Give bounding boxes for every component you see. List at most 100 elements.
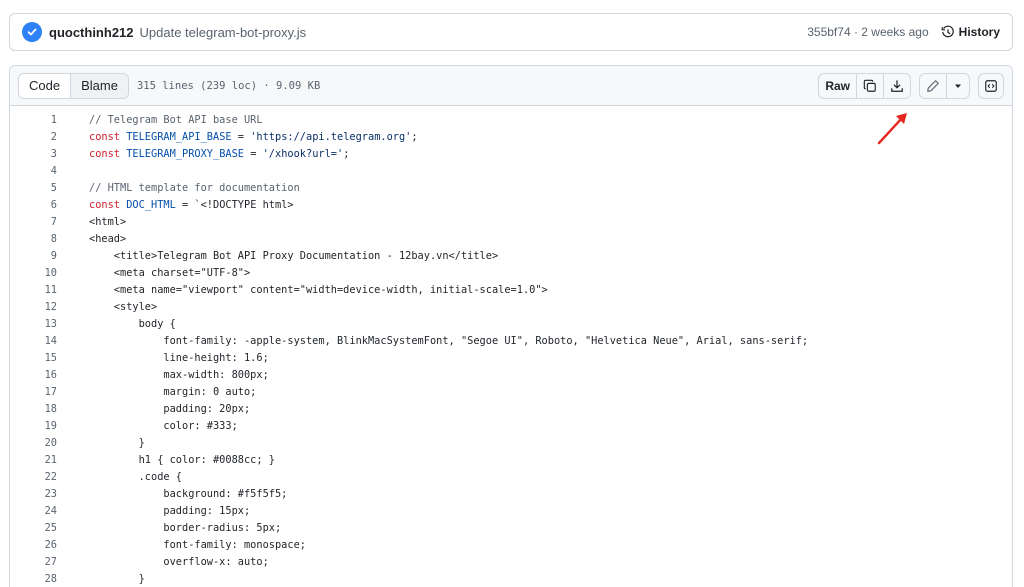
line-number[interactable]: 27 bbox=[10, 556, 57, 568]
code-line: 20 } bbox=[10, 434, 1012, 451]
code-line: 17 margin: 0 auto; bbox=[10, 383, 1012, 400]
raw-button[interactable]: Raw bbox=[819, 73, 857, 98]
line-number[interactable]: 8 bbox=[10, 233, 57, 245]
check-badge-icon[interactable] bbox=[22, 22, 42, 42]
line-number[interactable]: 19 bbox=[10, 420, 57, 432]
code-line: 28 } bbox=[10, 570, 1012, 587]
line-text: <meta name="viewport" content="width=dev… bbox=[89, 283, 548, 296]
line-number[interactable]: 13 bbox=[10, 318, 57, 330]
view-toggle: Code Blame bbox=[18, 72, 129, 99]
code-line: 11 <meta name="viewport" content="width=… bbox=[10, 281, 1012, 298]
code-line: 5 // HTML template for documentation bbox=[10, 179, 1012, 196]
history-button[interactable]: History bbox=[941, 25, 1000, 39]
line-text: font-family: -apple-system, BlinkMacSyst… bbox=[89, 334, 809, 347]
line-number[interactable]: 24 bbox=[10, 505, 57, 517]
edit-dropdown-button[interactable] bbox=[947, 74, 969, 98]
line-number[interactable]: 20 bbox=[10, 437, 57, 449]
code-tab[interactable]: Code bbox=[19, 73, 72, 98]
line-number[interactable]: 21 bbox=[10, 454, 57, 466]
line-number[interactable]: 12 bbox=[10, 301, 57, 313]
line-number[interactable]: 5 bbox=[10, 182, 57, 194]
code-line: 7 <html> bbox=[10, 213, 1012, 230]
code-line: 1 // Telegram Bot API base URL bbox=[10, 111, 1012, 128]
line-number[interactable]: 14 bbox=[10, 335, 57, 347]
code-line: 8 <head> bbox=[10, 230, 1012, 247]
line-text: font-family: monospace; bbox=[89, 538, 306, 551]
line-text: const DOC_HTML = `<!DOCTYPE html> bbox=[89, 198, 294, 211]
line-number[interactable]: 23 bbox=[10, 488, 57, 500]
line-number[interactable]: 17 bbox=[10, 386, 57, 398]
line-number[interactable]: 18 bbox=[10, 403, 57, 415]
commit-author-link[interactable]: quocthinh212 bbox=[49, 25, 134, 40]
code-line: 4 bbox=[10, 162, 1012, 179]
pencil-icon bbox=[927, 79, 939, 92]
code-line: 12 <style> bbox=[10, 298, 1012, 315]
line-text: <head> bbox=[89, 232, 127, 245]
line-text: <style> bbox=[89, 300, 158, 313]
line-text: .code { bbox=[89, 470, 182, 483]
code-line: 27 overflow-x: auto; bbox=[10, 553, 1012, 570]
line-text: } bbox=[89, 572, 145, 585]
line-number[interactable]: 9 bbox=[10, 250, 57, 262]
code-line: 23 background: #f5f5f5; bbox=[10, 485, 1012, 502]
copy-raw-button[interactable] bbox=[857, 73, 884, 98]
line-text: <html> bbox=[89, 215, 127, 228]
line-text: overflow-x: auto; bbox=[89, 555, 269, 568]
file-actions: Raw bbox=[818, 72, 1004, 99]
history-label: History bbox=[958, 25, 1000, 39]
code-line: 9 <title>Telegram Bot API Proxy Document… bbox=[10, 247, 1012, 264]
line-text: <title>Telegram Bot API Proxy Documentat… bbox=[89, 249, 499, 262]
symbols-icon bbox=[985, 79, 997, 92]
line-number[interactable]: 7 bbox=[10, 216, 57, 228]
file-stats: 315 lines (239 loc) · 9.09 KB bbox=[136, 79, 321, 92]
line-number[interactable]: 25 bbox=[10, 522, 57, 534]
code-listing: 1 // Telegram Bot API base URL 2 const TELE… bbox=[10, 106, 1012, 587]
line-text: color: #333; bbox=[89, 419, 238, 432]
line-text: padding: 20px; bbox=[89, 402, 251, 415]
commit-message-link[interactable]: Update telegram-bot-proxy.js bbox=[140, 25, 307, 40]
line-number[interactable]: 3 bbox=[10, 148, 57, 160]
line-text: } bbox=[89, 436, 145, 449]
code-line: 25 border-radius: 5px; bbox=[10, 519, 1012, 536]
line-text: max-width: 800px; bbox=[89, 368, 269, 381]
code-line: 18 padding: 20px; bbox=[10, 400, 1012, 417]
code-line: 24 padding: 15px; bbox=[10, 502, 1012, 519]
code-line: 13 body { bbox=[10, 315, 1012, 332]
code-line: 26 font-family: monospace; bbox=[10, 536, 1012, 553]
line-text: margin: 0 auto; bbox=[89, 385, 257, 398]
line-number[interactable]: 6 bbox=[10, 199, 57, 211]
code-line: 10 <meta charset="UTF-8"> bbox=[10, 264, 1012, 281]
line-number[interactable]: 11 bbox=[10, 284, 57, 296]
line-number[interactable]: 1 bbox=[10, 114, 57, 126]
line-text: // Telegram Bot API base URL bbox=[89, 113, 263, 126]
blame-tab[interactable]: Blame bbox=[71, 73, 128, 98]
line-text: body { bbox=[89, 317, 176, 330]
line-text: // HTML template for documentation bbox=[89, 181, 300, 194]
caret-down-icon bbox=[955, 84, 961, 88]
line-text: const TELEGRAM_API_BASE = 'https://api.t… bbox=[89, 130, 418, 143]
line-text: line-height: 1.6; bbox=[89, 351, 269, 364]
latest-commit-bar: quocthinh212 Update telegram-bot-proxy.j… bbox=[9, 13, 1013, 51]
code-line: 3 const TELEGRAM_PROXY_BASE = '/xhook?url… bbox=[10, 145, 1012, 162]
code-line: 14 font-family: -apple-system, BlinkMacS… bbox=[10, 332, 1012, 349]
red-arrow-annotation bbox=[877, 113, 907, 145]
line-number[interactable]: 10 bbox=[10, 267, 57, 279]
download-button[interactable] bbox=[884, 74, 910, 98]
code-line: 19 color: #333; bbox=[10, 417, 1012, 434]
line-number[interactable]: 22 bbox=[10, 471, 57, 483]
code-line: 2 const TELEGRAM_API_BASE = 'https://api.… bbox=[10, 128, 1012, 145]
line-number[interactable]: 28 bbox=[10, 573, 57, 585]
code-line: 22 .code { bbox=[10, 468, 1012, 485]
line-text: h1 { color: #0088cc; } bbox=[89, 453, 275, 466]
commit-hash-time[interactable]: 355bf74 · 2 weeks ago bbox=[807, 25, 928, 39]
line-number[interactable]: 16 bbox=[10, 369, 57, 381]
line-number[interactable]: 4 bbox=[10, 165, 57, 177]
line-number[interactable]: 26 bbox=[10, 539, 57, 551]
line-number[interactable]: 15 bbox=[10, 352, 57, 364]
edit-file-button[interactable] bbox=[920, 73, 947, 98]
copy-icon bbox=[863, 79, 876, 92]
code-line: 15 line-height: 1.6; bbox=[10, 349, 1012, 366]
symbols-button[interactable] bbox=[978, 72, 1004, 99]
code-line: 16 max-width: 800px; bbox=[10, 366, 1012, 383]
line-number[interactable]: 2 bbox=[10, 131, 57, 143]
